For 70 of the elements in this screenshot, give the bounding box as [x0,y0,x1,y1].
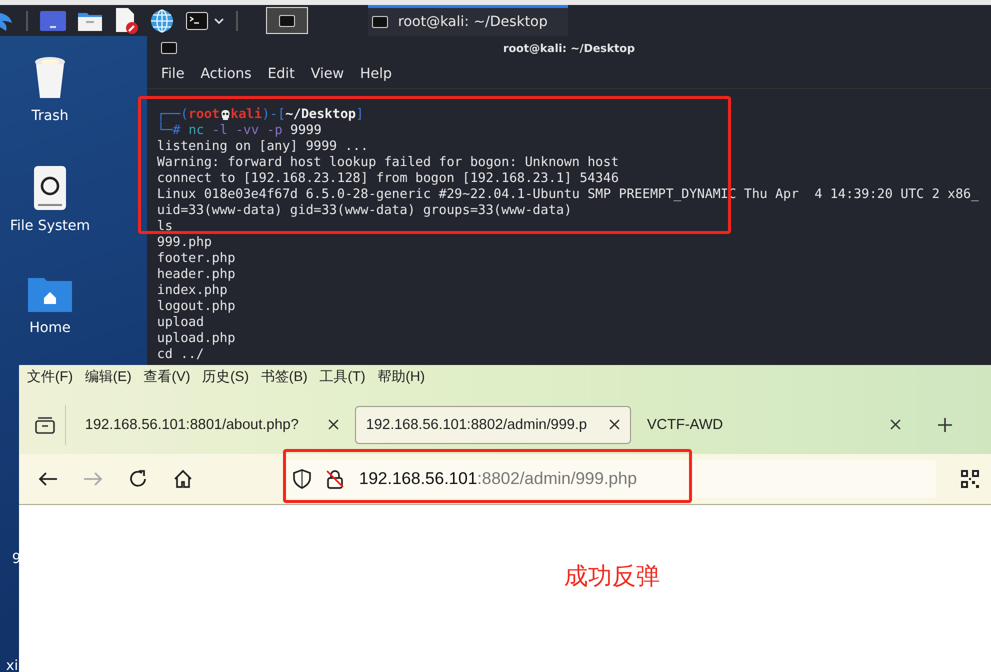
prompt-user: root [188,107,220,123]
terminal-output-line: uid=33(www-data) gid=33(www-data) groups=33(www-data) [157,203,572,219]
workspace-thumbnail[interactable] [266,7,308,34]
terminal-output-line: Warning: forward host lookup failed for bogon: Unknown host [157,155,619,171]
task-title: root@kali: ~/Desktop [398,14,548,30]
terminal-output-line: listening on [any] 9999 ... [157,139,368,155]
reload-icon[interactable] [128,469,148,489]
prompt-bracket: ┌──( [157,107,188,122]
menu-item[interactable]: View [310,66,344,82]
taskbar-task[interactable]: root@kali: ~/Desktop [368,5,568,36]
close-icon[interactable] [328,419,339,430]
annotation-text: 成功反弹 [564,562,660,592]
new-tab-icon[interactable] [937,416,953,432]
desktop-icon-label[interactable]: xi [6,660,18,672]
menu-item[interactable]: 书签(B) [260,368,308,386]
desktop-icon-label[interactable]: Home [29,320,71,336]
menu-item[interactable]: 帮助(H) [377,368,425,386]
insecure-lock-icon[interactable] [325,469,345,489]
terminal-output-line: footer.php [157,251,236,267]
address-bar[interactable]: 192.168.56.101:8802/admin/999.php [283,460,936,498]
prompt-host: kali [230,107,262,123]
prompt-bracket: ] [356,107,364,123]
terminal-icon [279,14,295,26]
window-title: root@kali: ~/Desktop [503,42,635,54]
shield-icon[interactable] [293,469,311,489]
skull-icon [220,109,231,121]
menu-item[interactable]: 文件(F) [27,368,73,386]
menu-item[interactable]: File [161,66,184,82]
desktop-icon-label[interactable]: Trash [32,108,68,124]
menu-item[interactable]: Help [360,66,392,82]
terminal-output-line: upload [157,315,204,331]
terminal-output-line: header.php [157,267,236,283]
folder-icon[interactable] [78,10,102,30]
menu-item[interactable]: 查看(V) [144,368,190,386]
close-icon[interactable] [890,419,901,430]
back-icon[interactable] [38,471,58,487]
command-text: nc -l -vv -p 9999 [188,123,322,139]
terminal-output-line: logout.php [157,299,236,315]
menu-item[interactable]: 工具(T) [320,368,366,386]
home-folder-icon[interactable] [28,276,72,312]
drive-icon[interactable] [34,166,66,210]
menu-item[interactable]: Actions [200,66,252,82]
desktop-icon-label[interactable]: File System [10,218,90,234]
terminal-icon[interactable] [186,12,208,30]
workspace-icon[interactable] [40,10,66,30]
trash-icon[interactable] [33,56,67,100]
caret-icon[interactable] [214,16,224,24]
terminal-output-line: ls [157,219,173,235]
qr-code-icon[interactable] [961,470,979,488]
browser-tab[interactable]: VCTF-AWD [636,406,912,444]
prompt-path: ~/Desktop [285,107,356,123]
terminal-output-line: connect to [192.168.23.128] from bogon [192.168.23.1] 54346 [157,171,619,187]
terminal-icon [372,16,388,28]
terminal-output-line: 999.php [157,235,212,251]
terminal-icon [161,42,177,54]
terminal-output-line: upload.php [157,331,236,347]
browser-tab[interactable]: 192.168.56.101:8801/about.php? [74,406,350,444]
menu-item[interactable]: 历史(S) [202,368,249,386]
menu-item[interactable]: Edit [268,66,295,82]
globe-icon[interactable] [150,8,174,32]
terminal-output-line: cd ../ [157,347,204,363]
text-editor-icon[interactable] [114,8,138,34]
tab-list-icon[interactable] [35,416,55,434]
home-icon[interactable] [173,469,193,489]
prompt-bracket: )-[ [262,107,286,123]
menu-item[interactable]: 编辑(E) [84,368,132,386]
browser-tab[interactable]: 192.168.56.101:8802/admin/999.p [355,406,631,444]
prompt-symbol: └─# [157,123,180,139]
close-icon[interactable] [609,419,620,430]
terminal-output-line: index.php [157,283,228,299]
